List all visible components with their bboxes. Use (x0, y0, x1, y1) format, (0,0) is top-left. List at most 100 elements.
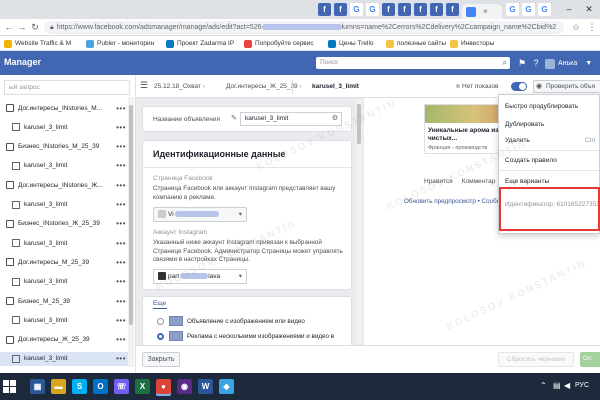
calculator-icon[interactable]: ▦ (30, 379, 45, 394)
edit-scrollbar[interactable] (356, 100, 362, 344)
extension-icon[interactable]: ⋮ (586, 21, 598, 33)
tree-item-adset[interactable]: Бизнес_М_25_39 ••• (0, 294, 128, 308)
account-menu[interactable]: Анька ▼ (545, 58, 592, 69)
preview-button[interactable]: ◉ Проверить объя (533, 80, 600, 93)
tab-favicon-google-icon[interactable]: G (366, 3, 379, 16)
more-options-icon[interactable]: ••• (116, 316, 126, 325)
fb-page-select[interactable]: Vi ▾ (153, 207, 247, 222)
tree-item-adset[interactable]: Бизнес_INstories_Ж_25_39 ••• (0, 217, 128, 231)
tab-favicon-google-icon[interactable]: G (350, 3, 363, 16)
tree-search-input[interactable]: ый запрос (4, 80, 130, 95)
update-preview-link[interactable]: Обновить предпросмотр • Сообщ (404, 198, 502, 205)
ad-toggle[interactable] (511, 82, 527, 91)
forward-icon[interactable]: → (16, 21, 28, 33)
bookmark-item[interactable]: Цены Trello (328, 38, 374, 49)
bookmark-item[interactable]: Попробуйте сервис (244, 38, 314, 49)
more-options-icon[interactable]: ••• (116, 181, 126, 190)
more-options-icon[interactable]: ••• (116, 258, 126, 267)
tree-item-adset[interactable]: Дог.интересы_INstories_М... ••• (0, 101, 128, 115)
tree-item-ad[interactable]: karusel_3_limit ••• (0, 313, 128, 327)
scrollbar-thumb[interactable] (129, 105, 133, 325)
format-option-carousel[interactable]: Реклама с несколькими изображениями и ви… (157, 330, 334, 342)
photos-icon[interactable]: ◉ (177, 379, 192, 394)
search-input[interactable]: Поиск ⌕ (316, 57, 510, 69)
bookmark-item[interactable]: Website Traffic & M (4, 38, 71, 49)
bookmark-item[interactable]: полезные сайты (386, 38, 446, 49)
publish-button[interactable]: Оп (580, 352, 600, 367)
more-options-icon[interactable]: ••• (116, 239, 126, 248)
more-options-icon[interactable]: ••• (116, 354, 126, 363)
tree-item-adset[interactable]: Дог.интересы_М_25_39 ••• (0, 255, 128, 269)
discard-draft-button[interactable]: Сбросить черновик (498, 352, 574, 367)
reload-icon[interactable]: ↻ (29, 21, 41, 33)
more-options-icon[interactable]: ••• (116, 200, 126, 209)
tab-favicon-google-icon[interactable]: G (538, 3, 551, 16)
tab-favicon-facebook-icon[interactable]: f (414, 3, 427, 16)
more-options-icon[interactable]: ••• (116, 123, 126, 132)
active-tab[interactable]: × (462, 4, 502, 19)
language-indicator[interactable]: РУС (575, 382, 589, 389)
skype-icon[interactable]: S (72, 379, 87, 394)
menu-item-quick-duplicate[interactable]: Быстро продублировать (505, 103, 578, 110)
outlook-icon[interactable]: O (93, 379, 108, 394)
close-window-icon[interactable]: ✕ (582, 3, 596, 16)
address-bar[interactable]: 🔒︎ https://www.facebook.com/adsmanager/ma… (44, 21, 564, 34)
chevron-up-icon[interactable]: ⌃ (540, 381, 547, 390)
more-link[interactable]: Еще (153, 300, 166, 307)
breadcrumb-item-adset[interactable]: Дог.интересы_Ж_25_39 › (226, 83, 302, 90)
excel-icon[interactable]: X (135, 379, 150, 394)
tab-favicon-google-icon[interactable]: G (506, 3, 519, 16)
more-options-icon[interactable]: ••• (116, 104, 126, 113)
word-icon[interactable]: W (198, 379, 213, 394)
tab-favicon-facebook-icon[interactable]: f (446, 3, 459, 16)
more-options-icon[interactable]: ••• (116, 142, 126, 151)
tree-item-ad[interactable]: karusel_3_limit ••• (0, 198, 128, 212)
gear-icon[interactable]: ⚙ (332, 113, 338, 125)
radio-icon[interactable] (157, 317, 164, 325)
bookmark-item[interactable]: Инвесторы (450, 38, 494, 49)
tree-item-ad[interactable]: karusel_3_limit ••• (0, 351, 128, 366)
menu-item-duplicate[interactable]: Дублировать (505, 121, 544, 128)
ad-name-input[interactable]: karusel_3_limit ⚙ (240, 112, 342, 126)
paint-icon[interactable]: ◆ (219, 379, 234, 394)
tab-favicon-google-icon[interactable]: G (522, 3, 535, 16)
tab-favicon-facebook-icon[interactable]: f (382, 3, 395, 16)
breadcrumb-item-ad[interactable]: karusel_3_limit (312, 83, 359, 90)
tab-favicon-facebook-icon[interactable]: f (430, 3, 443, 16)
tree-item-adset[interactable]: Дог.интересы_INstories_Ж... ••• (0, 178, 128, 192)
viber-icon[interactable]: ☏ (114, 379, 129, 394)
tab-favicon-facebook-icon[interactable]: f (398, 3, 411, 16)
breadcrumb-item-campaign[interactable]: 25.12.18_Охват › (154, 83, 205, 90)
bookmark-item[interactable]: Проект Zadarma IP (166, 38, 234, 49)
radio-selected-icon[interactable] (157, 332, 164, 340)
tree-item-ad[interactable]: karusel_3_limit ••• (0, 236, 128, 250)
menu-item-more-options[interactable]: Еще варианты (505, 178, 549, 185)
tree-item-ad[interactable]: karusel_3_limit ••• (0, 120, 128, 134)
notifications-icon[interactable]: ⚑ (516, 57, 528, 69)
search-icon[interactable]: ⌕ (503, 57, 507, 69)
scrollbar-thumb[interactable] (357, 104, 361, 144)
windows-start-icon[interactable] (3, 380, 17, 394)
file-explorer-icon[interactable]: ▬ (51, 379, 66, 394)
star-icon[interactable]: ☆ (570, 21, 582, 33)
menu-item-delete[interactable]: Удалить (505, 137, 530, 144)
back-icon[interactable]: ← (3, 21, 15, 33)
pencil-icon[interactable]: ✎ (231, 114, 239, 122)
volume-icon[interactable]: ◀ (564, 381, 570, 390)
tree-item-ad[interactable]: karusel_3_limit ••• (0, 159, 128, 173)
menu-item-create-rule[interactable]: Создать правило (505, 157, 557, 164)
tab-favicon-facebook-icon[interactable]: f (318, 3, 331, 16)
chrome-icon[interactable]: ● (156, 379, 171, 394)
format-option-single[interactable]: Объявление с изображением или видео (157, 315, 305, 327)
tree-item-adset[interactable]: Дог.интересы_Ж_25_39 ••• (0, 333, 128, 347)
tab-favicon-facebook-icon[interactable]: f (334, 3, 347, 16)
network-icon[interactable]: ▤ (553, 381, 561, 390)
close-button[interactable]: Закрыть (142, 352, 180, 367)
sidebar-toggle-icon[interactable]: ☰ (140, 80, 148, 91)
tree-item-ad[interactable]: karusel_3_limit ••• (0, 275, 128, 289)
more-options-icon[interactable]: ••• (116, 219, 126, 228)
more-options-icon[interactable]: ••• (116, 161, 126, 170)
minimize-window-icon[interactable]: – (562, 3, 576, 16)
help-icon[interactable]: ? (530, 57, 542, 69)
bookmark-item[interactable]: Publer - мониторин (86, 38, 154, 49)
